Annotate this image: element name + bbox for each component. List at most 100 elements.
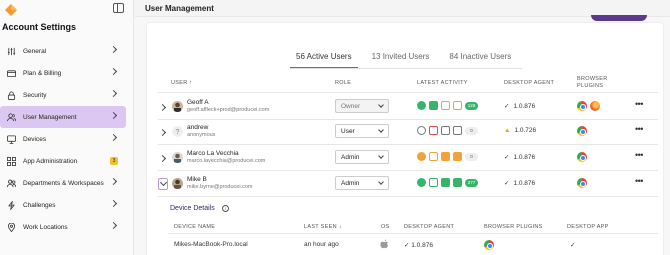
device-header-last-seen[interactable]: LAST SEEN ↓: [304, 224, 342, 230]
sidebar-item-security[interactable]: Security: [0, 84, 126, 106]
user-name: Geoff A: [187, 99, 209, 106]
role-select[interactable]: Admin: [335, 176, 389, 190]
avatar: [172, 152, 183, 163]
browser-plugins: [577, 101, 600, 111]
user-name: Mike B: [187, 176, 207, 183]
role-select[interactable]: User: [335, 124, 389, 138]
sidebar-item-general[interactable]: General: [0, 40, 126, 62]
sidebar-item-challenges[interactable]: Challenges: [0, 194, 126, 216]
device-last-seen: an hour ago: [304, 241, 339, 248]
calendar-activity-icon: [441, 126, 450, 135]
device-details-title: Device Details: [170, 205, 215, 212]
column-header-user[interactable]: USER ↑: [171, 80, 192, 86]
app-logo-icon[interactable]: [5, 4, 17, 16]
chevron-right-icon: [109, 221, 118, 230]
more-options-icon[interactable]: •••: [635, 124, 643, 134]
activity-icons: 277: [417, 178, 478, 187]
chevron-right-icon[interactable]: [158, 103, 167, 112]
video-activity-icon: [453, 101, 462, 110]
agent-version: 1.0.876: [513, 102, 536, 110]
info-icon[interactable]: i: [222, 205, 229, 212]
chevron-right-icon: [109, 89, 118, 98]
primary-action-button[interactable]: [591, 15, 647, 21]
chrome-icon: [577, 152, 587, 162]
column-header-role: ROLE: [335, 80, 352, 86]
users-icon: [7, 112, 16, 122]
device-agent: ✓ 1.0.876: [404, 241, 433, 249]
chevron-right-icon: [109, 177, 118, 186]
check-icon: ✓: [504, 103, 510, 110]
column-header-desktop-agent: DESKTOP AGENT: [504, 80, 555, 86]
chrome-icon: [484, 240, 494, 250]
desktop-app-check-icon: ✓: [570, 242, 576, 249]
firefox-icon: [590, 101, 600, 111]
chevron-down-icon: [378, 153, 384, 159]
globe-activity-icon: [417, 178, 426, 187]
user-email: marco.lavecchia@producei.com: [187, 158, 266, 164]
role-select[interactable]: Admin: [335, 150, 389, 164]
sidebar-item-plan-billing[interactable]: Plan & Billing: [0, 62, 126, 84]
calendar-activity-icon: [441, 152, 450, 161]
tab-invited-users[interactable]: 13 Invited Users: [366, 50, 436, 68]
video-activity-icon: [453, 126, 462, 135]
people-icon: [7, 179, 16, 188]
tab-inactive-users[interactable]: 84 Inactive Users: [443, 50, 517, 68]
column-header-browser-plugins-line2: PLUGINS: [577, 83, 604, 89]
chevron-right-icon: [109, 67, 118, 76]
device-name: Mikes-MacBook-Pro.local: [174, 241, 248, 248]
chrome-icon: [577, 178, 587, 188]
monitor-icon: [7, 134, 16, 144]
sidebar: Account Settings General Plan & Billing …: [0, 0, 134, 255]
activity-icons: 0: [417, 126, 478, 135]
avatar: [172, 178, 183, 189]
sidebar-item-user-management[interactable]: User Management: [0, 106, 126, 128]
chevron-right-icon: [109, 199, 118, 208]
sidebar-item-label: User Management: [23, 113, 77, 121]
chevron-right-icon[interactable]: [158, 128, 167, 137]
warning-icon: ▲: [504, 127, 511, 134]
location-pin-icon: [7, 222, 16, 232]
more-options-icon[interactable]: •••: [635, 150, 643, 160]
chrome-icon: [577, 101, 587, 111]
activity-count: 0: [465, 126, 478, 135]
sidebar-collapse-icon[interactable]: [113, 3, 124, 13]
sidebar-item-label: Work Locations: [23, 223, 68, 231]
browser-plugins: [577, 126, 590, 136]
avatar: ?: [172, 126, 183, 137]
sidebar-item-devices[interactable]: Devices: [0, 128, 126, 150]
more-options-icon[interactable]: •••: [635, 99, 643, 109]
check-icon: ✓: [404, 242, 410, 249]
activity-count: 0: [465, 152, 478, 161]
avatar: [172, 101, 183, 112]
chat-activity-icon: [429, 152, 438, 161]
device-header-desktop-app: DESKTOP APP: [567, 224, 609, 230]
user-name: andrew: [187, 124, 209, 131]
sidebar-nav: General Plan & Billing Security User Man…: [0, 40, 126, 238]
sidebar-item-departments[interactable]: Departments & Workspaces: [0, 172, 126, 194]
tab-active-users[interactable]: 56 Active Users: [290, 50, 358, 68]
desktop-agent-status: ▲ 1.0.726: [504, 127, 536, 134]
user-tabs: 56 Active Users 13 Invited Users 84 Inac…: [290, 50, 517, 68]
more-options-icon[interactable]: •••: [635, 176, 643, 186]
svg-text:?: ?: [176, 129, 180, 136]
row-divider: [158, 196, 658, 197]
sidebar-item-label: Challenges: [23, 201, 56, 209]
sidebar-item-label: App Administration: [23, 157, 78, 165]
chevron-right-icon: [109, 111, 118, 120]
tabs-divider: [290, 68, 522, 69]
chevron-down-icon: [378, 127, 384, 133]
chevron-right-icon[interactable]: [158, 154, 167, 163]
sidebar-item-app-administration[interactable]: App Administration 3: [0, 150, 126, 172]
device-header-divider: [168, 233, 658, 234]
chat-activity-icon: [429, 126, 438, 135]
chrome-icon: [577, 126, 587, 136]
sidebar-item-work-locations[interactable]: Work Locations: [0, 216, 126, 238]
chat-activity-icon: [429, 101, 438, 110]
activity-icons: 0: [417, 152, 478, 161]
device-agent-version: 1.0.876: [411, 242, 433, 249]
activity-icons: 128: [417, 101, 478, 110]
column-header-browser-plugins-line1: BROWSER: [577, 76, 608, 82]
user-email: anonymous: [187, 132, 216, 138]
lock-icon: [7, 91, 16, 100]
browser-plugins: [577, 152, 590, 162]
